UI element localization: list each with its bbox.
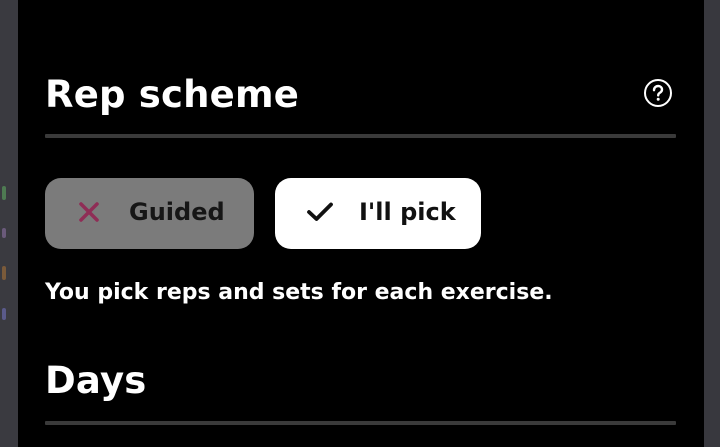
- guided-option-button[interactable]: Guided: [45, 178, 254, 249]
- rep-scheme-description: You pick reps and sets for each exercise…: [45, 280, 553, 305]
- background-app-edge-right: [704, 0, 720, 447]
- rep-scheme-title: Rep scheme: [45, 73, 299, 116]
- checkmark-icon: [306, 201, 334, 223]
- background-app-edge-left: [0, 0, 18, 447]
- ill-pick-option-label: I'll pick: [359, 198, 456, 226]
- background-mark: [2, 266, 6, 280]
- settings-panel: Rep scheme Guided I'll pick You pick rep…: [18, 0, 704, 447]
- screen: Rep scheme Guided I'll pick You pick rep…: [0, 0, 720, 447]
- background-mark: [2, 308, 6, 320]
- days-title: Days: [45, 359, 147, 402]
- guided-option-label: Guided: [129, 198, 225, 226]
- section-divider: [45, 421, 676, 425]
- section-divider: [45, 134, 676, 138]
- question-circle-icon[interactable]: [644, 79, 672, 107]
- ill-pick-option-button[interactable]: I'll pick: [275, 178, 481, 249]
- background-mark: [2, 228, 6, 238]
- x-icon: [78, 201, 100, 223]
- background-mark: [2, 186, 6, 200]
